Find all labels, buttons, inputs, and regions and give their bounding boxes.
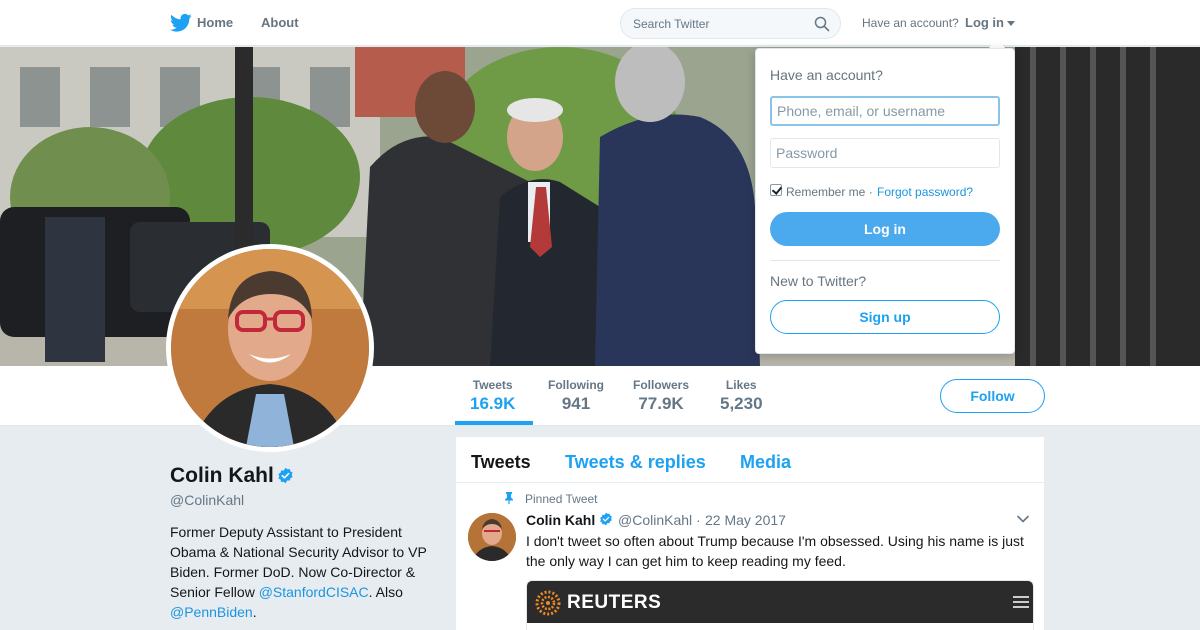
stat-value: 16.9K [470,394,516,413]
signup-button[interactable]: Sign up [770,300,1000,334]
bio-link-stanfordcisac[interactable]: @StanfordCISAC [259,584,369,600]
search-box[interactable]: Search Twitter [620,8,841,39]
profile-avatar[interactable] [166,244,374,452]
tweet-author-handle[interactable]: @ColinKahl [618,512,692,528]
search-icon[interactable] [814,16,830,32]
profile-handle[interactable]: @ColinKahl [170,492,244,508]
bio-text: . [252,604,257,620]
chevron-down-icon[interactable] [1017,515,1029,523]
top-nav-bar: Home About Search Twitter Have an accoun… [0,0,1200,46]
login-button[interactable]: Log in [770,212,1000,246]
login-menu-link[interactable]: Log in [965,15,1004,30]
tab-media[interactable]: Media [740,452,791,473]
bio-text: . Also [368,584,403,600]
stat-label: Following [548,378,604,392]
tweet-meta-separator: · [696,512,701,528]
verified-icon [600,512,612,526]
profile-name[interactable]: Colin Kahl [170,464,274,488]
new-to-twitter-text: New to Twitter? [770,273,867,289]
dropdown-divider [770,260,1000,261]
avatar-portrait [171,249,369,447]
reuters-logo-icon [535,590,561,616]
tab-tweets[interactable]: Tweets [471,452,531,473]
bio-link-pennbiden[interactable]: @PennBiden [170,604,253,620]
tweet-stream: Tweets Tweets & replies Media Pinned Twe… [456,437,1044,630]
stat-tweets[interactable]: Tweets 16.9K [470,378,515,414]
tweet-date[interactable]: 22 May 2017 [705,512,786,528]
nav-home-link[interactable]: Home [197,15,233,30]
remember-me-text: Remember me [786,185,866,199]
have-account-text: Have an account? [862,16,959,30]
remember-me-label: Remember me · [786,185,873,199]
reuters-brand-text: REUTERS [567,592,662,613]
verified-icon [278,467,293,484]
nav-about-link[interactable]: About [261,15,299,30]
stat-value: 77.9K [638,394,684,413]
remember-separator: · [865,185,873,199]
profile-bio: Former Deputy Assistant to President Oba… [170,522,440,622]
stat-likes[interactable]: Likes 5,230 [720,378,763,414]
hamburger-icon [1013,596,1029,608]
caret-down-icon[interactable] [1007,21,1015,26]
forgot-password-link[interactable]: Forgot password? [877,185,973,199]
tweet-avatar[interactable] [468,513,516,561]
stat-value: 5,230 [720,394,763,413]
tweet-media-card[interactable]: REUTERS [526,580,1034,630]
pin-icon [505,492,513,504]
active-stat-underline [455,421,533,425]
search-input[interactable]: Search Twitter [633,17,709,31]
pinned-tweet-label: Pinned Tweet [525,492,598,506]
stat-label: Likes [725,378,757,392]
tab-tweets-replies[interactable]: Tweets & replies [565,452,706,473]
reuters-header-bar: REUTERS [527,581,1033,623]
stat-value: 941 [561,394,591,413]
stat-label: Followers [633,378,690,392]
stat-label: Tweets [472,378,513,392]
dropdown-title: Have an account? [770,67,883,83]
twitter-bird-icon[interactable] [170,13,192,33]
follow-button[interactable]: Follow [940,379,1045,413]
stream-tabs: Tweets Tweets & replies Media [456,437,1044,483]
username-input[interactable] [770,96,1000,126]
login-dropdown: Have an account? Remember me · Forgot pa… [755,48,1015,354]
stat-followers[interactable]: Followers 77.9K [633,378,689,414]
remember-me-checkbox[interactable] [770,184,782,196]
tweet-text: I don't tweet so often about Trump becau… [526,533,1024,569]
tweet-author-name[interactable]: Colin Kahl [526,512,595,528]
tweet-avatar-portrait [468,513,516,561]
password-input[interactable] [770,138,1000,168]
stat-following[interactable]: Following 941 [548,378,604,414]
